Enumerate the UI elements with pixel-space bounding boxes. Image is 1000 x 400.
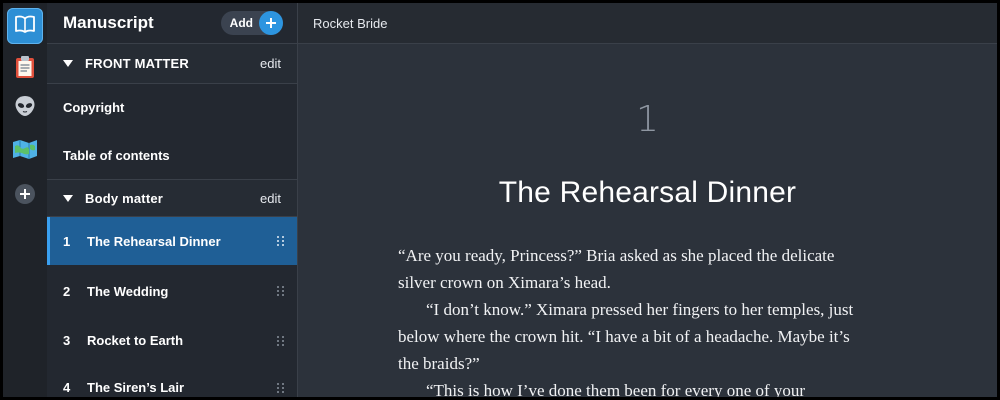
chapter-title-heading: The Rehearsal Dinner xyxy=(498,176,797,209)
sidebar-title: Manuscript xyxy=(63,13,154,32)
collapse-triangle-icon[interactable] xyxy=(63,60,73,67)
chapter-number: 4 xyxy=(63,380,71,395)
add-button[interactable]: Add xyxy=(220,11,283,35)
app-window: Manuscript Add FRONT MATTER edit Copyrig… xyxy=(3,3,997,397)
add-button-label: Add xyxy=(229,16,253,30)
chapter-number-heading: 1 xyxy=(636,99,659,140)
chapter-item-2[interactable]: 2 The Wedding xyxy=(47,265,297,317)
notes-nav-button[interactable] xyxy=(7,51,43,87)
map-icon xyxy=(12,138,38,165)
collapse-triangle-icon[interactable] xyxy=(63,194,73,202)
plus-icon xyxy=(259,11,283,35)
icon-rail xyxy=(3,3,47,397)
characters-nav-button[interactable] xyxy=(7,90,43,126)
chapter-body-text[interactable]: “Are you ready, Princess?” Bria asked as… xyxy=(398,242,868,397)
add-section-button[interactable] xyxy=(7,178,43,214)
drag-handle-icon[interactable] xyxy=(277,236,285,246)
sidebar-item-table-of-contents[interactable]: Table of contents xyxy=(47,131,297,179)
chapter-item-1[interactable]: 1 The Rehearsal Dinner xyxy=(47,217,297,265)
drag-handle-icon[interactable] xyxy=(277,335,285,346)
chapter-item-4[interactable]: 4 The Siren’s Lair xyxy=(47,364,297,397)
chapter-title: The Rehearsal Dinner xyxy=(87,233,221,249)
body-matter-label: Body matter xyxy=(85,190,164,206)
sidebar-item-copyright[interactable]: Copyright xyxy=(47,84,297,131)
paragraph: “This is how I’ve done them been for eve… xyxy=(426,381,806,397)
chapter-item-3[interactable]: 3 Rocket to Earth xyxy=(47,317,297,364)
body-matter-header[interactable]: Body matter edit xyxy=(47,179,297,217)
front-matter-header[interactable]: FRONT MATTER edit xyxy=(47,44,297,84)
chapter-number: 1 xyxy=(63,233,71,249)
sidebar-header: Manuscript Add xyxy=(47,3,297,44)
chapter-title: Rocket to Earth xyxy=(87,333,184,348)
world-nav-button[interactable] xyxy=(7,133,43,169)
book-icon xyxy=(14,14,36,39)
sidebar-item-label: Copyright xyxy=(63,100,125,115)
editor-topbar: Rocket Bride xyxy=(298,3,997,44)
chapter-editor[interactable]: 1 The Rehearsal Dinner “Are you ready, P… xyxy=(298,44,997,397)
drag-handle-icon[interactable] xyxy=(277,286,285,296)
chapter-number: 3 xyxy=(63,333,71,348)
chapter-title: The Siren’s Lair xyxy=(87,380,185,395)
sidebar-item-label: Table of contents xyxy=(63,147,170,163)
clipboard-icon xyxy=(14,55,36,84)
alien-icon xyxy=(13,94,37,123)
chapter-number: 2 xyxy=(63,283,71,299)
paragraph: “I don’t know.” Ximara pressed her finge… xyxy=(398,300,854,373)
paragraph: “Are you ready, Princess?” Bria asked as… xyxy=(398,246,835,292)
chapter-title: The Wedding xyxy=(87,283,169,299)
add-circle-icon xyxy=(14,183,36,210)
body-matter-edit-link[interactable]: edit xyxy=(260,191,281,206)
book-title: Rocket Bride xyxy=(313,15,388,31)
front-matter-edit-link[interactable]: edit xyxy=(260,56,281,71)
manuscript-nav-button[interactable] xyxy=(7,8,43,44)
front-matter-label: FRONT MATTER xyxy=(85,56,189,71)
manuscript-sidebar: Manuscript Add FRONT MATTER edit Copyrig… xyxy=(47,3,298,397)
drag-handle-icon[interactable] xyxy=(277,382,285,393)
